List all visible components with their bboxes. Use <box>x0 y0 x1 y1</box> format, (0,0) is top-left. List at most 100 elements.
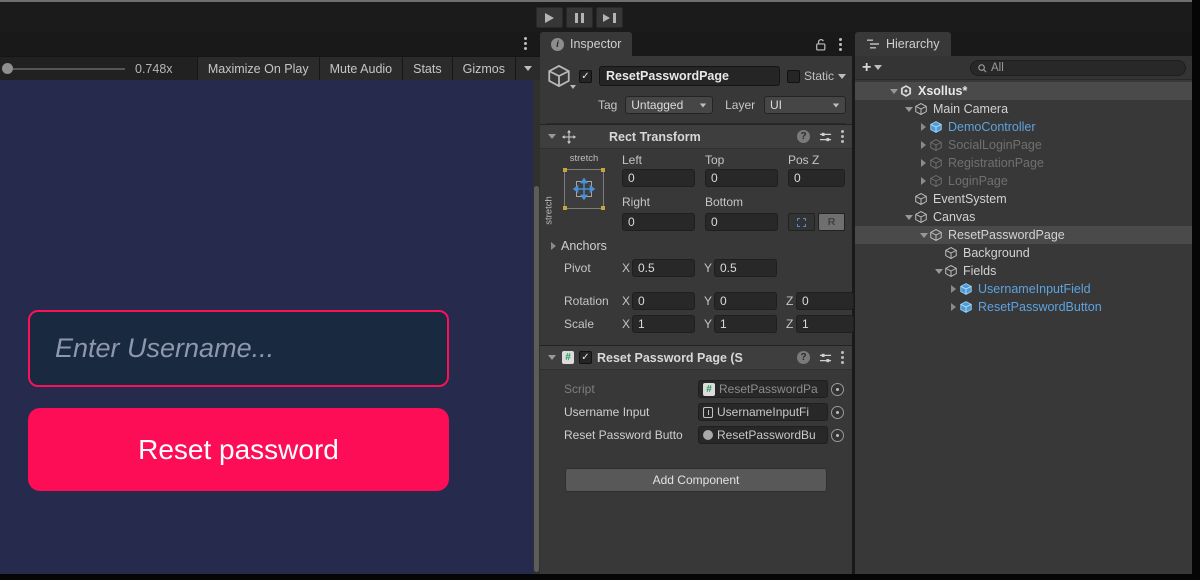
create-object-button[interactable] <box>862 59 882 77</box>
gizmos-dropdown[interactable] <box>515 57 540 81</box>
component-menu-icon[interactable] <box>841 130 844 143</box>
foldout-arrow[interactable] <box>903 104 914 114</box>
rotation-row: Rotation X 0 Y 0 Z 0 <box>564 292 854 310</box>
pivot-y-field[interactable]: 0.5 <box>714 259 777 277</box>
hierarchy-toolbar: All <box>855 56 1192 80</box>
rotation-y-field[interactable]: 0 <box>714 292 777 310</box>
foldout-arrow[interactable] <box>888 86 899 96</box>
help-icon[interactable] <box>797 351 810 364</box>
lock-icon[interactable] <box>814 38 827 51</box>
component-enabled-checkbox[interactable] <box>579 351 592 364</box>
hierarchy-item-main-camera[interactable]: Main Camera <box>855 100 1192 118</box>
scale-slider-handle[interactable] <box>2 63 13 74</box>
username-input-reference-field[interactable]: UsernameInputFi <box>698 403 828 421</box>
object-picker-icon[interactable] <box>831 383 844 396</box>
inspector-panel: Inspector ResetPasswordPage Static <box>540 32 852 574</box>
hierarchy-item-canvas[interactable]: Canvas <box>855 208 1192 226</box>
inspector-body: ResetPasswordPage Static Tag Untagged La… <box>540 56 852 574</box>
anchors-foldout[interactable]: Anchors <box>548 239 607 253</box>
hierarchy-item-democontroller[interactable]: DemoController <box>855 118 1192 136</box>
presets-icon[interactable] <box>819 131 832 143</box>
foldout-arrow[interactable] <box>903 212 914 222</box>
pause-button[interactable] <box>566 7 593 28</box>
foldout-arrow[interactable] <box>933 266 944 276</box>
foldout-arrow[interactable] <box>546 353 557 363</box>
scale-x-field[interactable]: 1 <box>632 315 695 333</box>
left-label: Left <box>622 153 642 167</box>
reset-password-button-reference-field[interactable]: ResetPasswordBu <box>698 426 828 444</box>
hierarchy-item-scene[interactable]: Xsollus* <box>855 82 1192 100</box>
right-field[interactable]: 0 <box>622 213 695 231</box>
foldout-arrow[interactable] <box>948 284 959 294</box>
anchor-preset-widget[interactable] <box>564 169 604 209</box>
game-tabbar <box>0 32 540 56</box>
scale-slider-track[interactable] <box>13 68 125 70</box>
step-button[interactable] <box>596 7 623 28</box>
foldout-arrow[interactable] <box>918 230 929 240</box>
active-checkbox[interactable] <box>579 70 592 83</box>
inspector-menu-icon[interactable] <box>839 38 842 51</box>
tag-dropdown[interactable]: Untagged <box>625 96 713 114</box>
add-component-button[interactable]: Add Component <box>565 468 827 492</box>
hierarchy-item-socialloginpage[interactable]: SocialLoginPage <box>855 136 1192 154</box>
pivot-x-field[interactable]: 0.5 <box>632 259 695 277</box>
scale-y-field[interactable]: 1 <box>714 315 777 333</box>
script-component-header[interactable]: Reset Password Page (S <box>540 345 852 370</box>
hierarchy-item-fields[interactable]: Fields <box>855 262 1192 280</box>
hierarchy-item-resetpasswordpage[interactable]: ResetPasswordPage <box>855 226 1192 244</box>
hierarchy-panel: Hierarchy All Xsollus* Main Camera <box>855 32 1192 574</box>
reset-password-button[interactable]: Reset password <box>28 408 449 491</box>
static-dropdown-icon[interactable] <box>838 74 846 79</box>
foldout-arrow[interactable] <box>918 176 929 186</box>
username-input-field[interactable]: Enter Username... <box>28 310 449 387</box>
maximize-on-play-button[interactable]: Maximize On Play <box>197 57 319 81</box>
hierarchy-item-loginpage[interactable]: LoginPage <box>855 172 1192 190</box>
hierarchy-search-input[interactable]: All <box>970 60 1186 76</box>
help-icon[interactable] <box>797 130 810 143</box>
top-field[interactable]: 0 <box>705 169 778 187</box>
scrollbar-thumb[interactable] <box>534 186 539 572</box>
object-picker-icon[interactable] <box>831 406 844 419</box>
stats-button[interactable]: Stats <box>402 57 452 81</box>
tab-hierarchy[interactable]: Hierarchy <box>855 32 951 56</box>
foldout-arrow[interactable] <box>948 302 959 312</box>
object-picker-icon[interactable] <box>831 429 844 442</box>
play-button[interactable] <box>536 7 563 28</box>
rotation-z-field[interactable]: 0 <box>796 292 854 310</box>
hierarchy-item-resetpasswordbutton[interactable]: ResetPasswordButton <box>855 298 1192 316</box>
presets-icon[interactable] <box>819 352 832 364</box>
left-field[interactable]: 0 <box>622 169 695 187</box>
tab-inspector[interactable]: Inspector <box>540 32 632 56</box>
blueprint-mode-button[interactable] <box>788 213 815 231</box>
component-menu-icon[interactable] <box>841 351 844 364</box>
anchor-stretch-v-label: stretch <box>544 191 555 231</box>
layer-dropdown[interactable]: UI <box>764 96 846 114</box>
rect-transform-header[interactable]: Rect Transform <box>540 124 852 149</box>
static-checkbox[interactable] <box>787 70 800 83</box>
script-reference-field[interactable]: ResetPasswordPa <box>698 380 828 398</box>
mute-audio-button[interactable]: Mute Audio <box>319 57 403 81</box>
foldout-arrow[interactable] <box>918 122 929 132</box>
hierarchy-item-registrationpage[interactable]: RegistrationPage <box>855 154 1192 172</box>
static-group: Static <box>787 69 846 83</box>
prefab-icon <box>959 300 974 314</box>
game-vertical-scrollbar[interactable] <box>533 80 540 574</box>
hierarchy-item-background[interactable]: Background <box>855 244 1192 262</box>
gizmos-button[interactable]: Gizmos <box>452 57 515 81</box>
foldout-arrow[interactable] <box>918 158 929 168</box>
scale-z-field[interactable]: 1 <box>796 315 854 333</box>
prefab-icon <box>929 120 944 134</box>
gameobject-name-field[interactable]: ResetPasswordPage <box>599 66 780 86</box>
foldout-arrow[interactable] <box>548 241 559 251</box>
rotation-x-field[interactable]: 0 <box>632 292 695 310</box>
game-panel-menu-icon[interactable] <box>524 37 527 50</box>
gameobject-cube-icon[interactable] <box>546 63 572 89</box>
bottom-field[interactable]: 0 <box>705 213 778 231</box>
raw-edit-mode-button[interactable]: R <box>818 213 845 231</box>
posz-field[interactable]: 0 <box>788 169 845 187</box>
info-icon <box>551 38 564 51</box>
hierarchy-item-usernameinputfield[interactable]: UsernameInputField <box>855 280 1192 298</box>
hierarchy-item-eventsystem[interactable]: EventSystem <box>855 190 1192 208</box>
foldout-arrow[interactable] <box>546 132 557 142</box>
foldout-arrow[interactable] <box>918 140 929 150</box>
